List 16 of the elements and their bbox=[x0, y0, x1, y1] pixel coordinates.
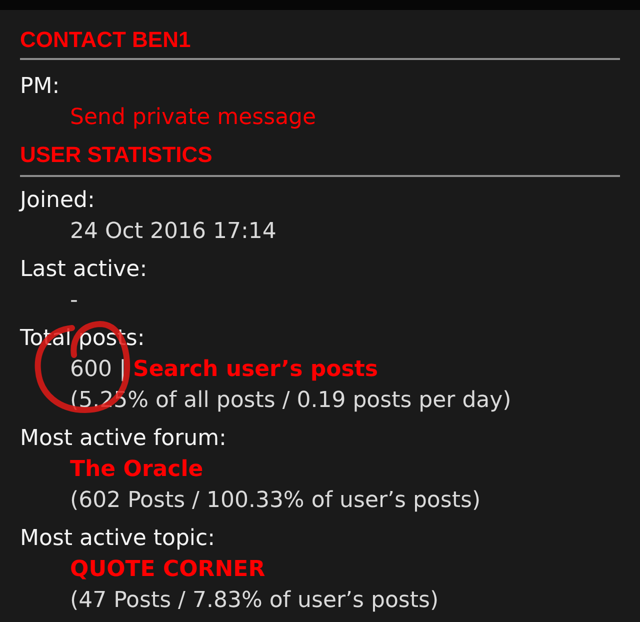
field-value: (602 Posts / 100.33% of user’s posts) bbox=[70, 488, 481, 513]
field-label: Most active topic: bbox=[20, 525, 216, 553]
field-value: 600 | bbox=[70, 357, 126, 382]
value-link[interactable]: Search user’s posts bbox=[133, 357, 378, 382]
field-value: 24 Oct 2016 17:14 bbox=[70, 219, 276, 244]
field-value: - bbox=[70, 288, 78, 313]
field-value: (47 Posts / 7.83% of user’s posts) bbox=[70, 588, 439, 613]
field-label: PM: bbox=[20, 73, 60, 101]
field-label: Joined: bbox=[20, 187, 95, 215]
value-link[interactable]: The Oracle bbox=[70, 457, 204, 482]
section-heading: CONTACT BEN1 bbox=[20, 26, 192, 54]
field-label: Most active forum: bbox=[20, 425, 226, 453]
section-heading: USER STATISTICS bbox=[20, 141, 214, 169]
field-label: Last active: bbox=[20, 256, 148, 284]
value-link[interactable]: QUOTE CORNER bbox=[70, 557, 266, 582]
value-link[interactable]: Send private message bbox=[70, 105, 316, 130]
